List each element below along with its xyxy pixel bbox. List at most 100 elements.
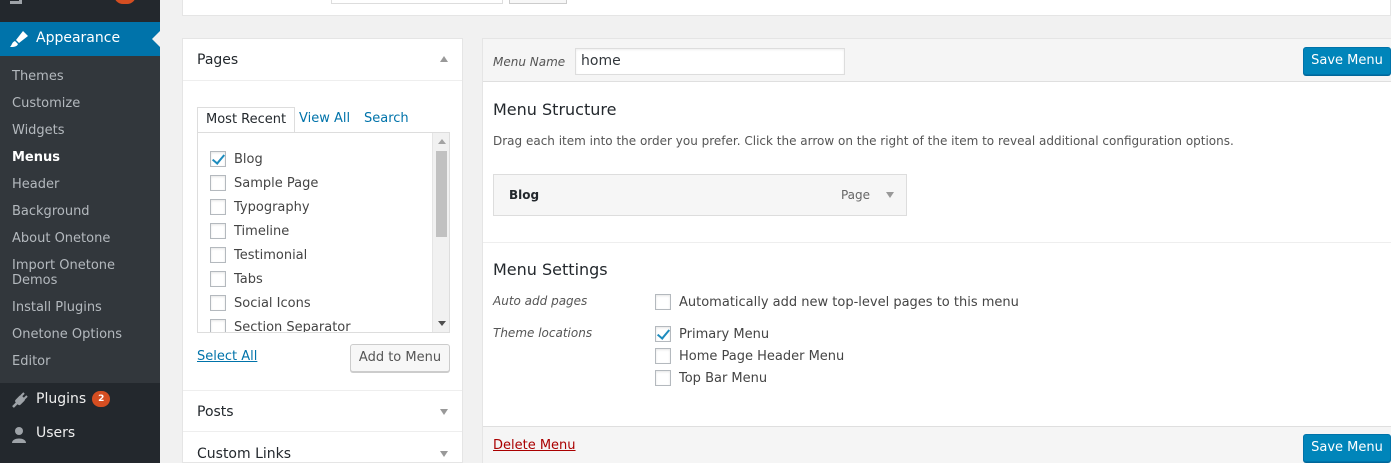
admin-sidebar: Appearance Themes Customize Widgets Menu… (0, 0, 160, 463)
checkbox-checked[interactable] (655, 326, 671, 342)
collapse-arrow-icon[interactable] (440, 56, 448, 62)
checkbox[interactable] (655, 348, 671, 364)
menu-item[interactable]: Blog Page (493, 174, 907, 216)
location-home-header-menu[interactable]: Home Page Header Menu (655, 347, 844, 365)
list-item[interactable]: Timeline (210, 222, 289, 240)
sidebar-subitem-onetone-options[interactable]: Onetone Options (12, 327, 152, 342)
posts-section-header[interactable]: Posts (183, 390, 462, 432)
list-item[interactable]: Tabs (210, 270, 263, 288)
auto-add-option[interactable]: Automatically add new top-level pages to… (655, 293, 1019, 311)
tab-search[interactable]: Search (364, 107, 409, 133)
menu-name-label: Menu Name (493, 55, 566, 69)
page-label: Timeline (234, 223, 290, 239)
checkbox[interactable] (210, 271, 226, 287)
page-label: Sample Page (234, 175, 319, 191)
sidebar-subitem-install-plugins[interactable]: Install Plugins (12, 300, 152, 315)
sidebar-item-label: Appearance (36, 30, 121, 46)
pages-checklist: Blog Sample Page Typography Timeline Tes… (197, 132, 450, 333)
checkbox[interactable] (210, 319, 226, 332)
select-all-link[interactable]: Select All (197, 349, 257, 364)
delete-menu-link[interactable]: Delete Menu (493, 438, 576, 453)
scrollbar[interactable] (432, 133, 449, 332)
select-menu-bar (182, 0, 1391, 16)
sidebar-subitem-menus[interactable]: Menus (12, 150, 152, 165)
menu-editor: Menu Name home Save Menu Menu Structure … (482, 38, 1391, 463)
update-count-badge: 2 (92, 391, 111, 407)
section-title: Posts (197, 404, 234, 420)
menu-settings-heading: Menu Settings (493, 260, 608, 279)
plug-icon (12, 392, 28, 408)
add-to-menu-button[interactable]: Add to Menu (350, 344, 450, 372)
menu-select-dropdown[interactable] (331, 0, 503, 4)
page-label: Section Separator (234, 319, 351, 333)
theme-locations-label: Theme locations (493, 326, 593, 340)
option-label: Top Bar Menu (679, 370, 768, 386)
sidebar-item-label: Users (36, 425, 76, 441)
list-item[interactable]: Sample Page (210, 174, 318, 192)
scroll-down-arrow-icon[interactable] (438, 321, 446, 326)
list-item[interactable]: Testimonial (210, 246, 307, 264)
checkbox[interactable] (210, 247, 226, 263)
option-label: Primary Menu (679, 326, 770, 342)
sidebar-top-partial (0, 0, 160, 22)
sidebar-item-plugins[interactable]: Plugins 2 (0, 383, 160, 417)
section-title: Custom Links (197, 446, 292, 462)
option-label: Automatically add new top-level pages to… (679, 294, 1019, 310)
checkbox[interactable] (210, 295, 226, 311)
sidebar-subitem-about-onetone[interactable]: About Onetone (12, 231, 152, 246)
custom-links-section-header[interactable]: Custom Links (183, 433, 462, 463)
checkbox[interactable] (655, 294, 671, 310)
location-primary-menu[interactable]: Primary Menu (655, 325, 769, 343)
sidebar-subitem-import-demos[interactable]: Import Onetone Demos (12, 258, 152, 288)
checkbox[interactable] (655, 370, 671, 386)
checkbox-checked[interactable] (210, 151, 226, 167)
sidebar-subitem-editor[interactable]: Editor (12, 354, 152, 369)
sidebar-subitem-customize[interactable]: Customize (12, 96, 152, 111)
page-label: Tabs (234, 271, 263, 287)
add-menu-items-accordion: Pages Most Recent View All Search Blog S… (182, 38, 463, 463)
select-button[interactable] (509, 0, 567, 4)
scrollbar-thumb[interactable] (436, 151, 447, 237)
current-menu-arrow (152, 31, 160, 47)
checkbox[interactable] (210, 223, 226, 239)
divider (483, 242, 1391, 243)
save-menu-button[interactable]: Save Menu (1303, 47, 1391, 75)
page-label: Typography (234, 199, 310, 215)
sidebar-subitem-widgets[interactable]: Widgets (12, 123, 152, 138)
menu-item-type: Page (840, 188, 870, 202)
menu-structure-description: Drag each item into the order you prefer… (493, 134, 1234, 148)
sidebar-item-label: Plugins (36, 391, 87, 407)
sidebar-subitem-themes[interactable]: Themes (12, 69, 152, 84)
appearance-submenu: Themes Customize Widgets Menus Header Ba… (0, 56, 160, 383)
expand-arrow-icon[interactable] (440, 409, 448, 415)
menu-name-input[interactable]: home (575, 48, 845, 75)
list-item[interactable]: Typography (210, 198, 310, 216)
menu-editor-footer: Delete Menu Save Menu (483, 426, 1391, 463)
page-label: Social Icons (234, 295, 311, 311)
checkbox[interactable] (210, 175, 226, 191)
tab-most-recent[interactable]: Most Recent (197, 107, 296, 133)
scroll-up-arrow-icon[interactable] (438, 139, 446, 144)
item-edit-arrow-icon[interactable] (886, 192, 894, 198)
sidebar-subitem-background[interactable]: Background (12, 204, 152, 219)
save-menu-button-footer[interactable]: Save Menu (1303, 434, 1391, 462)
location-top-bar-menu[interactable]: Top Bar Menu (655, 369, 767, 387)
expand-arrow-icon[interactable] (440, 451, 448, 457)
menu-structure-heading: Menu Structure (493, 100, 617, 119)
sidebar-item-appearance[interactable]: Appearance (0, 22, 160, 56)
page-label: Testimonial (234, 247, 308, 263)
paintbrush-icon (10, 31, 28, 47)
sidebar-subitem-header[interactable]: Header (12, 177, 152, 192)
tab-view-all[interactable]: View All (299, 107, 350, 133)
pages-section-header[interactable]: Pages (183, 39, 462, 81)
comments-icon (10, 0, 22, 4)
page-label: Blog (234, 151, 263, 167)
pages-tabs: Most Recent View All Search (197, 107, 449, 133)
menu-editor-header: Menu Name home Save Menu (483, 39, 1391, 82)
checkbox[interactable] (210, 199, 226, 215)
list-item[interactable]: Social Icons (210, 294, 311, 312)
list-item[interactable]: Section Separator (210, 318, 351, 333)
sidebar-item-users[interactable]: Users (0, 417, 160, 451)
section-title: Pages (197, 52, 239, 68)
list-item[interactable]: Blog (210, 150, 263, 168)
